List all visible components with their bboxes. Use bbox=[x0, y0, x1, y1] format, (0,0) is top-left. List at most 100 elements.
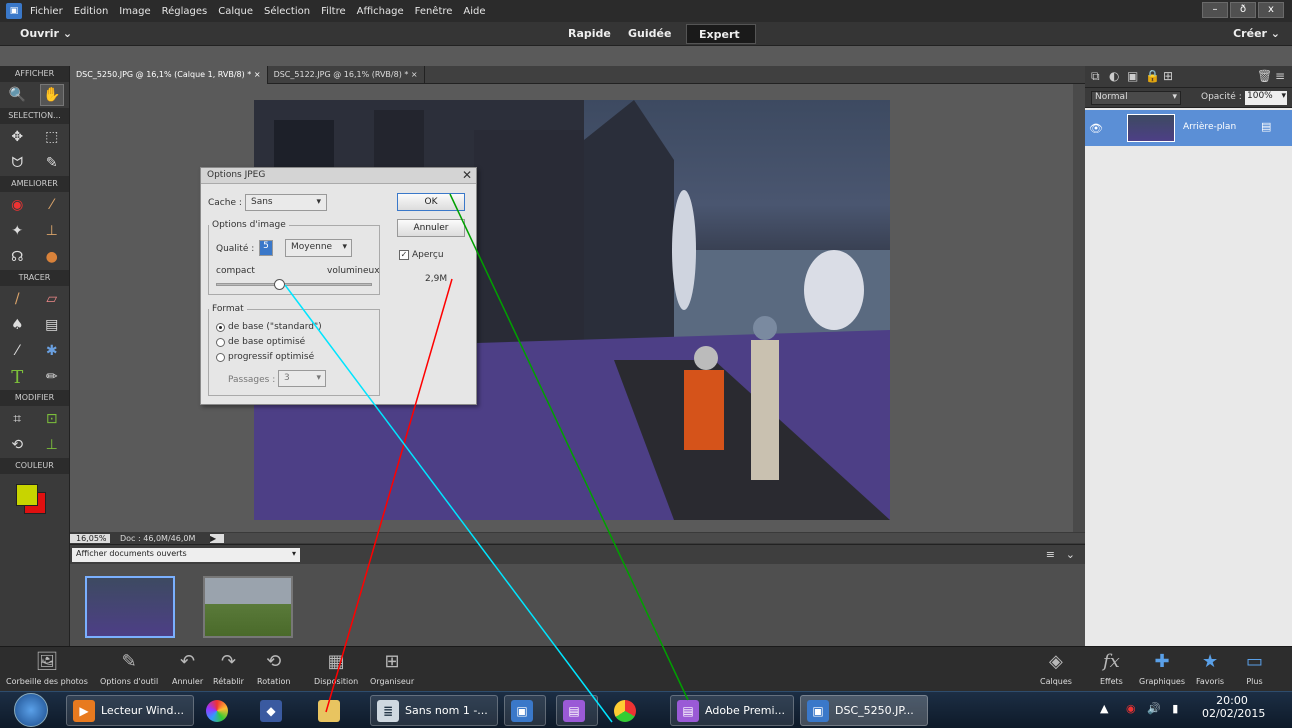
app-icon[interactable]: ▣ bbox=[6, 3, 22, 19]
brush-tool-icon[interactable]: / bbox=[5, 288, 29, 310]
menu-reglages[interactable]: Réglages bbox=[162, 6, 208, 17]
layer-row-background[interactable]: 👁 Arrière-plan ▤ bbox=[1085, 110, 1292, 146]
trash-icon[interactable]: 🗑 bbox=[1257, 69, 1272, 83]
cancel-button[interactable]: Annuler bbox=[397, 219, 465, 237]
layer-mask-icon[interactable]: ▣ bbox=[1127, 69, 1138, 83]
quality-slider-track[interactable] bbox=[216, 279, 372, 290]
tab-expert[interactable]: Expert bbox=[686, 24, 756, 44]
text-tool-icon[interactable]: T bbox=[5, 366, 29, 388]
redo-button[interactable]: ↷ Rétablir bbox=[213, 651, 244, 686]
dialog-close-icon[interactable]: ✕ bbox=[462, 168, 472, 182]
close-window-button[interactable]: x bbox=[1258, 2, 1284, 18]
recompose-tool-icon[interactable]: ⊡ bbox=[40, 408, 64, 430]
sponge-tool-icon[interactable]: ● bbox=[40, 246, 64, 268]
matte-dropdown[interactable]: Sans ▾ bbox=[245, 194, 327, 211]
doc-tab-1[interactable]: DSC_5250.JPG @ 16,1% (Calque 1, RVB/8) *… bbox=[70, 66, 268, 84]
menu-fenetre[interactable]: Fenêtre bbox=[415, 6, 453, 17]
rotate-button[interactable]: ⟲ Rotation bbox=[257, 651, 290, 686]
layout-button[interactable]: ▦ Disposition bbox=[314, 651, 358, 686]
taskbar-chrome[interactable] bbox=[614, 695, 642, 726]
blur-tool-icon[interactable]: ☊ bbox=[5, 246, 29, 268]
menu-filtre[interactable]: Filtre bbox=[321, 6, 346, 17]
panel-menu-icon[interactable]: ≡ bbox=[1275, 69, 1285, 83]
taskbar-explorer[interactable] bbox=[318, 695, 346, 726]
eyedropper-tool-icon[interactable]: ⁄ bbox=[5, 340, 29, 362]
status-menu-arrow-icon[interactable]: ▶ bbox=[210, 533, 224, 543]
start-button[interactable] bbox=[14, 693, 48, 727]
preview-checkbox[interactable]: ✓ Aperçu bbox=[399, 250, 444, 260]
clone-stamp-tool-icon[interactable]: ⊥ bbox=[40, 220, 64, 242]
menu-fichier[interactable]: Fichier bbox=[30, 6, 63, 17]
menu-selection[interactable]: Sélection bbox=[264, 6, 310, 17]
taskbar-picasa[interactable] bbox=[206, 695, 234, 726]
new-layer-icon[interactable]: ⧉ bbox=[1091, 69, 1100, 84]
paint-bucket-tool-icon[interactable]: ♠ bbox=[5, 314, 29, 336]
foreground-color-swatch[interactable] bbox=[16, 484, 38, 506]
clock[interactable]: 20:00 02/02/2015 bbox=[1202, 694, 1265, 720]
crop-tool-icon[interactable]: ⌗ bbox=[5, 408, 29, 430]
hand-tool-icon[interactable]: ✋ bbox=[39, 84, 64, 106]
restore-button[interactable]: ð bbox=[1230, 2, 1256, 18]
doc-tab-2[interactable]: DSC_5122.JPG @ 16,1% (RVB/8) * × bbox=[268, 66, 425, 84]
tray-app-icon[interactable]: ◉ bbox=[1126, 702, 1136, 715]
network-icon[interactable]: ▮ bbox=[1172, 702, 1178, 715]
lasso-tool-icon[interactable]: ᗢ bbox=[5, 152, 29, 174]
gradient-tool-icon[interactable]: ▤ bbox=[40, 314, 64, 336]
tool-options-button[interactable]: ✎ Options d'outil bbox=[100, 651, 158, 686]
taskbar-book[interactable]: ◆ bbox=[260, 695, 288, 726]
thumbnail-dsc-5250[interactable] bbox=[85, 576, 175, 638]
tray-expand-icon[interactable]: ▲ bbox=[1100, 702, 1108, 715]
menu-edition[interactable]: Edition bbox=[74, 6, 109, 17]
menu-affichage[interactable]: Affichage bbox=[357, 6, 404, 17]
canvas-vertical-scrollbar[interactable] bbox=[1073, 84, 1085, 532]
thumbnail-dsc-5122[interactable] bbox=[203, 576, 293, 638]
taskbar-elements[interactable]: ▣ bbox=[504, 695, 546, 726]
effects-button[interactable]: fx Effets bbox=[1100, 651, 1123, 686]
taskbar-premiere[interactable]: ▤ Adobe Premi... bbox=[670, 695, 794, 726]
bin-source-dropdown[interactable]: Afficher documents ouverts ▾ bbox=[72, 548, 300, 562]
create-menu-button[interactable]: Créer ⌄ bbox=[1233, 27, 1280, 40]
opacity-field[interactable]: 100% ▾ bbox=[1245, 91, 1287, 105]
red-eye-tool-icon[interactable]: ◉ bbox=[5, 194, 29, 216]
format-progressive-radio[interactable]: progressif optimisé bbox=[216, 352, 314, 362]
quality-input[interactable]: 5 bbox=[259, 240, 273, 256]
bin-menu-icon[interactable]: ≡ bbox=[1046, 548, 1055, 561]
close-icon[interactable]: × bbox=[411, 70, 418, 79]
straighten-tool-icon[interactable]: ⊥ bbox=[40, 434, 64, 456]
horizontal-scrollbar[interactable] bbox=[224, 533, 1085, 543]
tab-rapide[interactable]: Rapide bbox=[556, 24, 623, 44]
minimize-button[interactable]: – bbox=[1202, 2, 1228, 18]
more-button[interactable]: ▭ Plus bbox=[1246, 651, 1263, 686]
favorites-button[interactable]: ★ Favoris bbox=[1196, 651, 1224, 686]
ok-button[interactable]: OK bbox=[397, 193, 465, 211]
smart-brush-tool-icon[interactable]: ✦ bbox=[5, 220, 29, 242]
menu-calque[interactable]: Calque bbox=[218, 6, 253, 17]
quality-preset-dropdown[interactable]: Moyenne ▾ bbox=[285, 239, 352, 257]
photo-bin-button[interactable]: 🖼 Corbeille des photos bbox=[6, 651, 88, 686]
quick-selection-tool-icon[interactable]: ✎ bbox=[40, 152, 64, 174]
zoom-tool-icon[interactable]: 🔍 bbox=[5, 84, 29, 106]
passes-dropdown[interactable]: 3 ▾ bbox=[278, 370, 326, 387]
menu-image[interactable]: Image bbox=[119, 6, 150, 17]
visibility-eye-icon[interactable]: 👁 bbox=[1089, 122, 1103, 135]
layers-panel-button[interactable]: ◈ Calques bbox=[1040, 651, 1072, 686]
content-aware-move-tool-icon[interactable]: ⟲ bbox=[5, 434, 29, 456]
close-icon[interactable]: × bbox=[254, 70, 261, 79]
marquee-tool-icon[interactable]: ⬚ bbox=[40, 126, 64, 148]
lock-all-icon[interactable]: ⊞ bbox=[1163, 69, 1173, 83]
volume-icon[interactable]: 🔊 bbox=[1147, 702, 1161, 715]
format-baseline-optimized-radio[interactable]: de base optimisé bbox=[216, 337, 305, 347]
eraser-tool-icon[interactable]: ▱ bbox=[40, 288, 64, 310]
taskbar-writer[interactable]: ≣ Sans nom 1 -... bbox=[370, 695, 498, 726]
lock-icon[interactable]: 🔒 bbox=[1145, 69, 1160, 83]
organizer-button[interactable]: ⊞ Organiseur bbox=[370, 651, 414, 686]
tab-guidee[interactable]: Guidée bbox=[616, 24, 683, 44]
menu-aide[interactable]: Aide bbox=[463, 6, 485, 17]
custom-shape-tool-icon[interactable]: ✱ bbox=[40, 340, 64, 362]
blend-mode-dropdown[interactable]: Normal ▾ bbox=[1091, 91, 1181, 105]
open-menu-button[interactable]: Ouvrir ⌄ bbox=[20, 27, 72, 40]
format-baseline-radio[interactable]: de base ("standard") bbox=[216, 322, 322, 332]
taskbar-premiere-organizer[interactable]: ▤ bbox=[556, 695, 598, 726]
collapse-bin-icon[interactable]: ⌄ bbox=[1066, 548, 1075, 561]
zoom-level[interactable]: 16,05% bbox=[70, 533, 110, 543]
